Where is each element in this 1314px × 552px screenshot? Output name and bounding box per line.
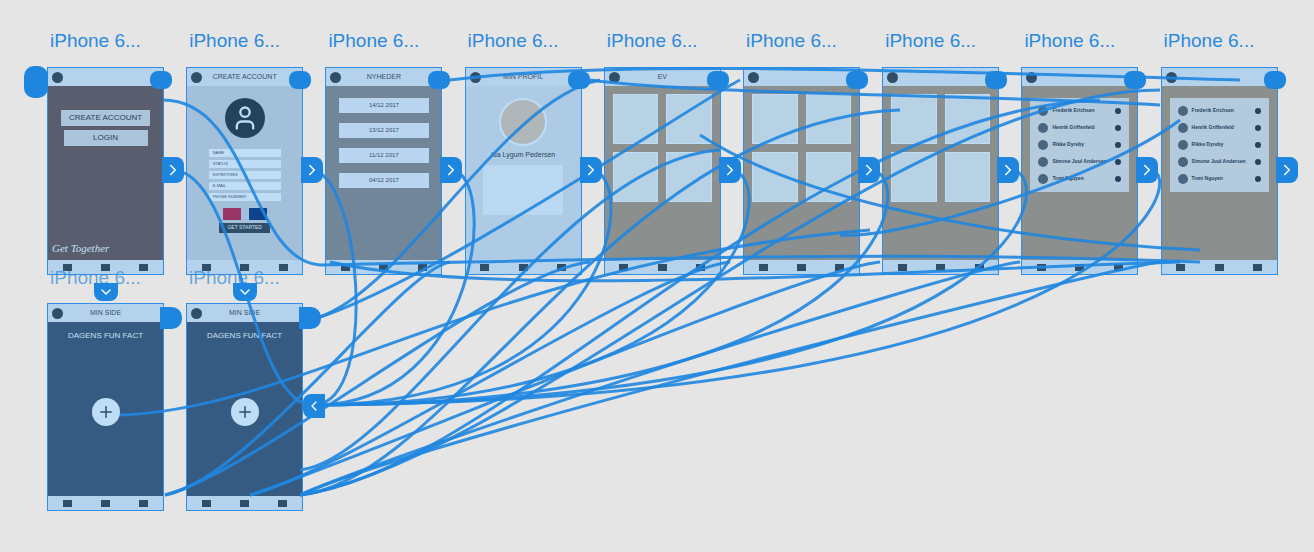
- chevron-down-icon[interactable]: [233, 283, 257, 301]
- selection-overlay: [466, 68, 581, 274]
- artboard-frame[interactable]: Frederik ErichsenHenrik GriffenfeldRikke…: [1161, 67, 1278, 275]
- chevron-right-icon[interactable]: [162, 157, 184, 183]
- artboard-label[interactable]: iPhone 6...: [607, 31, 698, 50]
- selection-overlay: [48, 68, 163, 274]
- artboard[interactable]: MIN SIDEDAGENS FUN FACT: [186, 303, 303, 511]
- selection-overlay: [1022, 68, 1137, 274]
- selection-overlay: [187, 304, 302, 510]
- chevron-left-icon[interactable]: [303, 394, 325, 418]
- artboard-frame[interactable]: NYHEDER14/12 201713/12 201711/12 201704/…: [325, 67, 442, 275]
- artboard-frame[interactable]: [882, 67, 999, 275]
- artboard-label[interactable]: iPhone 6...: [1024, 31, 1115, 50]
- chevron-right-icon[interactable]: [1276, 157, 1298, 183]
- chevron-right-icon[interactable]: [1136, 157, 1158, 183]
- chevron-right-icon[interactable]: [858, 157, 880, 183]
- selection-overlay: [744, 68, 859, 274]
- artboard-frame[interactable]: MIN SIDEDAGENS FUN FACT: [47, 303, 164, 511]
- chevron-right-icon[interactable]: [440, 157, 462, 183]
- artboard-label[interactable]: iPhone 6...: [1164, 31, 1255, 50]
- chevron-right-icon[interactable]: [580, 157, 602, 183]
- link-nub[interactable]: [299, 307, 321, 329]
- artboard-label[interactable]: iPhone 6...: [189, 31, 280, 50]
- artboard-frame[interactable]: MIN PROFILIda Lygum Pedersen: [465, 67, 582, 275]
- artboard-label[interactable]: iPhone 6...: [885, 31, 976, 50]
- chevron-right-icon[interactable]: [997, 157, 1019, 183]
- selection-overlay: [883, 68, 998, 274]
- artboard-frame[interactable]: MIN SIDEDAGENS FUN FACT: [186, 303, 303, 511]
- artboard-frame[interactable]: [743, 67, 860, 275]
- selection-overlay: [326, 68, 441, 274]
- artboard[interactable]: Frederik ErichsenHenrik GriffenfeldRikke…: [1161, 67, 1278, 275]
- artboard-label[interactable]: iPhone 6...: [746, 31, 837, 50]
- artboard-frame[interactable]: CREATE ACCOUNTLOGINGet Together: [47, 67, 164, 275]
- artboard-frame[interactable]: EV: [604, 67, 721, 275]
- selection-overlay: [1162, 68, 1277, 274]
- link-nub[interactable]: [289, 71, 311, 89]
- artboard-frame[interactable]: Frederik ErichsenHenrik GriffenfeldRikke…: [1021, 67, 1138, 275]
- link-nub[interactable]: [160, 307, 182, 329]
- wires-icon: [0, 0, 1314, 552]
- link-nub[interactable]: [1124, 71, 1146, 89]
- link-nub[interactable]: [707, 71, 729, 89]
- artboard[interactable]: MIN SIDEDAGENS FUN FACT: [47, 303, 164, 511]
- artboard-frame[interactable]: CREATE ACCOUNTNAMESTATUSEXPERTISESE-MAIL…: [186, 67, 303, 275]
- artboard[interactable]: NYHEDER14/12 201713/12 201711/12 201704/…: [325, 67, 442, 275]
- artboard[interactable]: [743, 67, 860, 275]
- artboard-label[interactable]: iPhone 6...: [50, 31, 141, 50]
- artboard[interactable]: EV: [604, 67, 721, 275]
- selection-overlay: [48, 304, 163, 510]
- artboard-label[interactable]: iPhone 6...: [468, 31, 559, 50]
- prototype-canvas[interactable]: iPhone 6... iPhone 6... iPhone 6... iPhone …: [0, 0, 1314, 552]
- link-nub[interactable]: [985, 71, 1007, 89]
- artboard[interactable]: CREATE ACCOUNTNAMESTATUSEXPERTISESE-MAIL…: [186, 67, 303, 275]
- home-marker[interactable]: [24, 66, 48, 98]
- artboard-label[interactable]: iPhone 6...: [328, 31, 419, 50]
- link-nub[interactable]: [846, 71, 868, 89]
- link-nub[interactable]: [1264, 71, 1286, 89]
- chevron-right-icon[interactable]: [719, 157, 741, 183]
- link-nub[interactable]: [150, 71, 172, 89]
- chevron-down-icon[interactable]: [94, 283, 118, 301]
- link-nub[interactable]: [428, 71, 450, 89]
- artboard[interactable]: [882, 67, 999, 275]
- selection-overlay: [605, 68, 720, 274]
- selection-overlay: [187, 68, 302, 274]
- link-nub[interactable]: [568, 71, 590, 89]
- artboard[interactable]: MIN PROFILIda Lygum Pedersen: [465, 67, 582, 275]
- artboard[interactable]: Frederik ErichsenHenrik GriffenfeldRikke…: [1021, 67, 1138, 275]
- artboard[interactable]: CREATE ACCOUNTLOGINGet Together: [47, 67, 164, 275]
- chevron-right-icon[interactable]: [301, 157, 323, 183]
